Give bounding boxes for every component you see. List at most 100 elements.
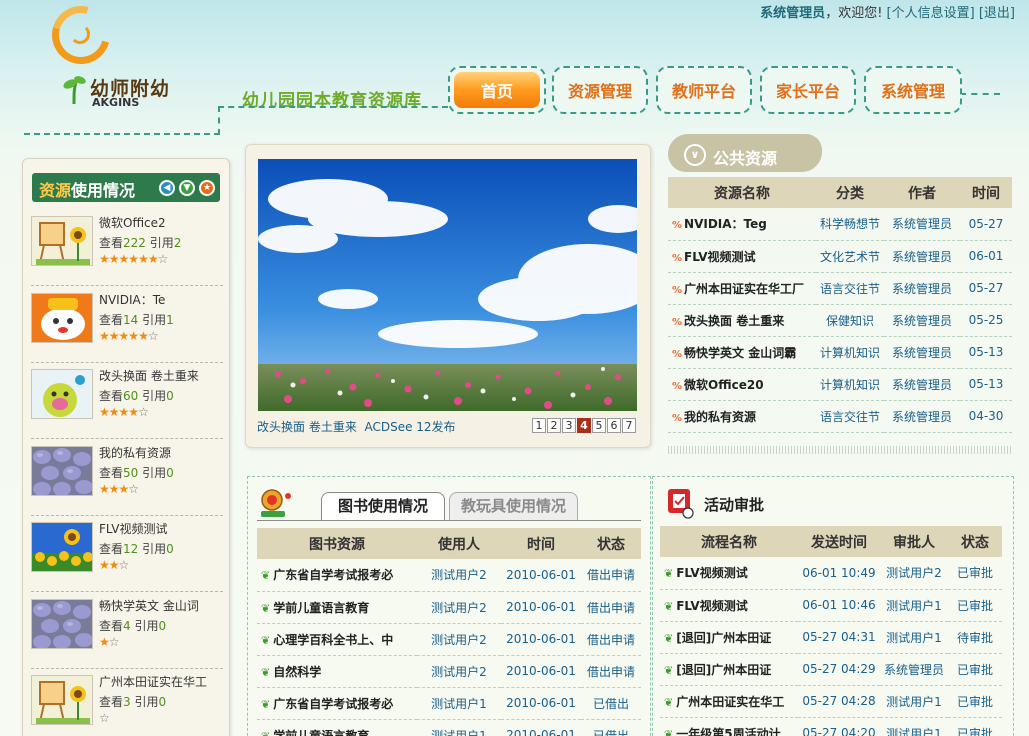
author-cell[interactable]: 系统管理员 xyxy=(884,368,960,401)
book-name-cell[interactable]: ❦ 心理学百科全书上、中 xyxy=(257,623,417,656)
resource-name-cell[interactable]: % 微软Office20 xyxy=(668,368,816,401)
next-icon[interactable]: ▼ xyxy=(179,180,195,196)
category-cell[interactable]: 保健知识 xyxy=(816,304,884,337)
banner-page-button[interactable]: 1 xyxy=(532,418,546,433)
resource-usage-item[interactable]: 微软Office2 查看222 引用2 ★★★★★★☆ xyxy=(31,210,223,286)
user-cell[interactable]: 测试用户1 xyxy=(417,687,501,720)
resource-thumbnail[interactable] xyxy=(31,522,93,572)
user-cell[interactable]: 测试用户2 xyxy=(417,623,501,656)
status-cell[interactable]: 已审批 xyxy=(948,685,1002,718)
category-cell[interactable]: 科学畅想节 xyxy=(816,208,884,241)
table-row[interactable]: % 微软Office20 计算机知识 系统管理员 05-13 xyxy=(668,368,1012,401)
star-icon[interactable]: ★ xyxy=(199,180,215,196)
approver-cell[interactable]: 测试用户1 xyxy=(880,717,948,736)
table-row[interactable]: ❦ 学前儿童语言教育 测试用户1 2010-06-01 已借出 xyxy=(257,719,641,736)
table-row[interactable]: % 广州本田证实在华工厂 语言交往节 系统管理员 05-27 xyxy=(668,272,1012,305)
process-name-cell[interactable]: ❦ [退回]广州本田证 xyxy=(660,653,798,686)
resource-usage-item[interactable]: NVIDIA：Te 查看14 引用1 ★★★★★☆ xyxy=(31,287,223,363)
table-row[interactable]: % 改头换面 卷土重来 保健知识 系统管理员 05-25 xyxy=(668,304,1012,337)
resource-name-cell[interactable]: % NVIDIA：Teg xyxy=(668,208,816,241)
table-row[interactable]: % NVIDIA：Teg 科学畅想节 系统管理员 05-27 xyxy=(668,208,1012,241)
table-row[interactable]: ❦ [退回]广州本田证 05-27 04:29 系统管理员 已审批 xyxy=(660,653,1002,686)
resource-name[interactable]: NVIDIA：Te xyxy=(99,291,165,308)
author-cell[interactable]: 系统管理员 xyxy=(884,272,960,305)
author-cell[interactable]: 系统管理员 xyxy=(884,304,960,337)
category-cell[interactable]: 计算机知识 xyxy=(816,368,884,401)
nav-parent-platform[interactable]: 家长平台 xyxy=(760,66,856,114)
resource-thumbnail[interactable] xyxy=(31,216,93,266)
status-cell[interactable]: 已借出 xyxy=(581,719,641,736)
table-row[interactable]: ❦ 广东省自学考试报考必 测试用户1 2010-06-01 已借出 xyxy=(257,687,641,720)
status-cell[interactable]: 借出申请 xyxy=(581,655,641,688)
nav-system-management[interactable]: 系统管理 xyxy=(864,66,962,114)
nav-teacher-platform[interactable]: 教师平台 xyxy=(656,66,752,114)
table-row[interactable]: ❦ 广州本田证实在华工 05-27 04:28 测试用户1 已审批 xyxy=(660,685,1002,718)
resource-thumbnail[interactable] xyxy=(31,369,93,419)
author-cell[interactable]: 系统管理员 xyxy=(884,208,960,241)
banner-page-button[interactable]: 3 xyxy=(562,418,576,433)
banner-page-button[interactable]: 7 xyxy=(622,418,636,433)
resource-usage-item[interactable]: 广州本田证实在华工 查看3 引用0 ☆ xyxy=(31,669,223,736)
tab-toy-usage[interactable]: 教玩具使用情况 xyxy=(449,492,578,521)
resource-usage-item[interactable]: 我的私有资源 查看50 引用0 ★★★☆ xyxy=(31,440,223,516)
resource-thumbnail[interactable] xyxy=(31,445,93,496)
table-row[interactable]: % 我的私有资源 语言交往节 系统管理员 04-30 xyxy=(668,400,1012,433)
resource-name-cell[interactable]: % 畅快学英文 金山词霸 xyxy=(668,336,816,369)
approver-cell[interactable]: 测试用户2 xyxy=(880,557,948,590)
resource-thumbnail[interactable] xyxy=(31,292,93,343)
book-name-cell[interactable]: ❦ 学前儿童语言教育 xyxy=(257,591,417,624)
category-cell[interactable]: 语言交往节 xyxy=(816,272,884,305)
book-name-cell[interactable]: ❦ 广东省自学考试报考必 xyxy=(257,559,417,592)
resource-thumbnail[interactable] xyxy=(31,598,93,649)
logo[interactable]: 幼师附幼 AKGINS xyxy=(40,0,200,115)
resource-usage-item[interactable]: 改头换面 卷土重来 查看60 引用0 ★★★★☆ xyxy=(31,363,223,439)
book-name-cell[interactable]: ❦ 广东省自学考试报考必 xyxy=(257,687,417,720)
process-name-cell[interactable]: ❦ 广州本田证实在华工 xyxy=(660,685,798,718)
resource-usage-item[interactable]: FLV视频测试 查看12 引用0 ★★☆ xyxy=(31,516,223,592)
nav-home[interactable]: 首页 xyxy=(448,66,546,114)
banner-caption[interactable]: 改头换面 卷土重来 ACDSee 12发布 xyxy=(257,418,456,435)
process-name-cell[interactable]: ❦ FLV视频测试 xyxy=(660,589,798,622)
status-cell[interactable]: 已审批 xyxy=(948,653,1002,686)
user-cell[interactable]: 测试用户2 xyxy=(417,655,501,688)
table-row[interactable]: ❦ 自然科学 测试用户2 2010-06-01 借出申请 xyxy=(257,655,641,688)
status-cell[interactable]: 已借出 xyxy=(581,687,641,720)
resource-name-cell[interactable]: % FLV视频测试 xyxy=(668,240,816,273)
resource-name[interactable]: 畅快学英文 金山词 xyxy=(99,597,199,614)
category-cell[interactable]: 语言交往节 xyxy=(816,400,884,433)
resource-name[interactable]: FLV视频测试 xyxy=(99,520,167,537)
process-name-cell[interactable]: ❦ [退回]广州本田证 xyxy=(660,621,798,654)
book-name-cell[interactable]: ❦ 自然科学 xyxy=(257,655,417,688)
banner-page-button[interactable]: 4 xyxy=(577,418,591,433)
resource-usage-item[interactable]: 畅快学英文 金山词 查看4 引用0 ★☆ xyxy=(31,593,223,669)
approver-cell[interactable]: 测试用户1 xyxy=(880,589,948,622)
status-cell[interactable]: 待审批 xyxy=(948,621,1002,654)
nav-resource-management[interactable]: 资源管理 xyxy=(552,66,648,114)
resource-name[interactable]: 广州本田证实在华工 xyxy=(99,673,207,690)
banner-page-button[interactable]: 2 xyxy=(547,418,561,433)
logout-link[interactable]: [退出] xyxy=(979,6,1015,21)
banner-page-button[interactable]: 6 xyxy=(607,418,621,433)
resource-name-cell[interactable]: % 改头换面 卷土重来 xyxy=(668,304,816,337)
resource-name[interactable]: 我的私有资源 xyxy=(99,444,171,461)
resource-name-cell[interactable]: % 我的私有资源 xyxy=(668,400,816,433)
resource-thumbnail[interactable] xyxy=(31,675,93,725)
author-cell[interactable]: 系统管理员 xyxy=(884,336,960,369)
status-cell[interactable]: 借出申请 xyxy=(581,559,641,592)
user-cell[interactable]: 测试用户2 xyxy=(417,591,501,624)
status-cell[interactable]: 借出申请 xyxy=(581,623,641,656)
approver-cell[interactable]: 测试用户1 xyxy=(880,621,948,654)
author-cell[interactable]: 系统管理员 xyxy=(884,240,960,273)
status-cell[interactable]: 已审批 xyxy=(948,589,1002,622)
table-row[interactable]: % FLV视频测试 文化艺术节 系统管理员 06-01 xyxy=(668,240,1012,273)
book-name-cell[interactable]: ❦ 学前儿童语言教育 xyxy=(257,719,417,736)
resource-name[interactable]: 微软Office2 xyxy=(99,214,166,231)
table-row[interactable]: ❦ FLV视频测试 06-01 10:49 测试用户2 已审批 xyxy=(660,557,1002,590)
table-row[interactable]: ❦ 一年级第5周活动计 05-27 04:20 测试用户1 已审批 xyxy=(660,717,1002,736)
table-row[interactable]: ❦ 广东省自学考试报考必 测试用户2 2010-06-01 借出申请 xyxy=(257,559,641,592)
status-cell[interactable]: 已审批 xyxy=(948,557,1002,590)
table-row[interactable]: ❦ FLV视频测试 06-01 10:46 测试用户1 已审批 xyxy=(660,589,1002,622)
process-name-cell[interactable]: ❦ 一年级第5周活动计 xyxy=(660,717,798,736)
user-cell[interactable]: 测试用户2 xyxy=(417,559,501,592)
status-cell[interactable]: 已审批 xyxy=(948,717,1002,736)
